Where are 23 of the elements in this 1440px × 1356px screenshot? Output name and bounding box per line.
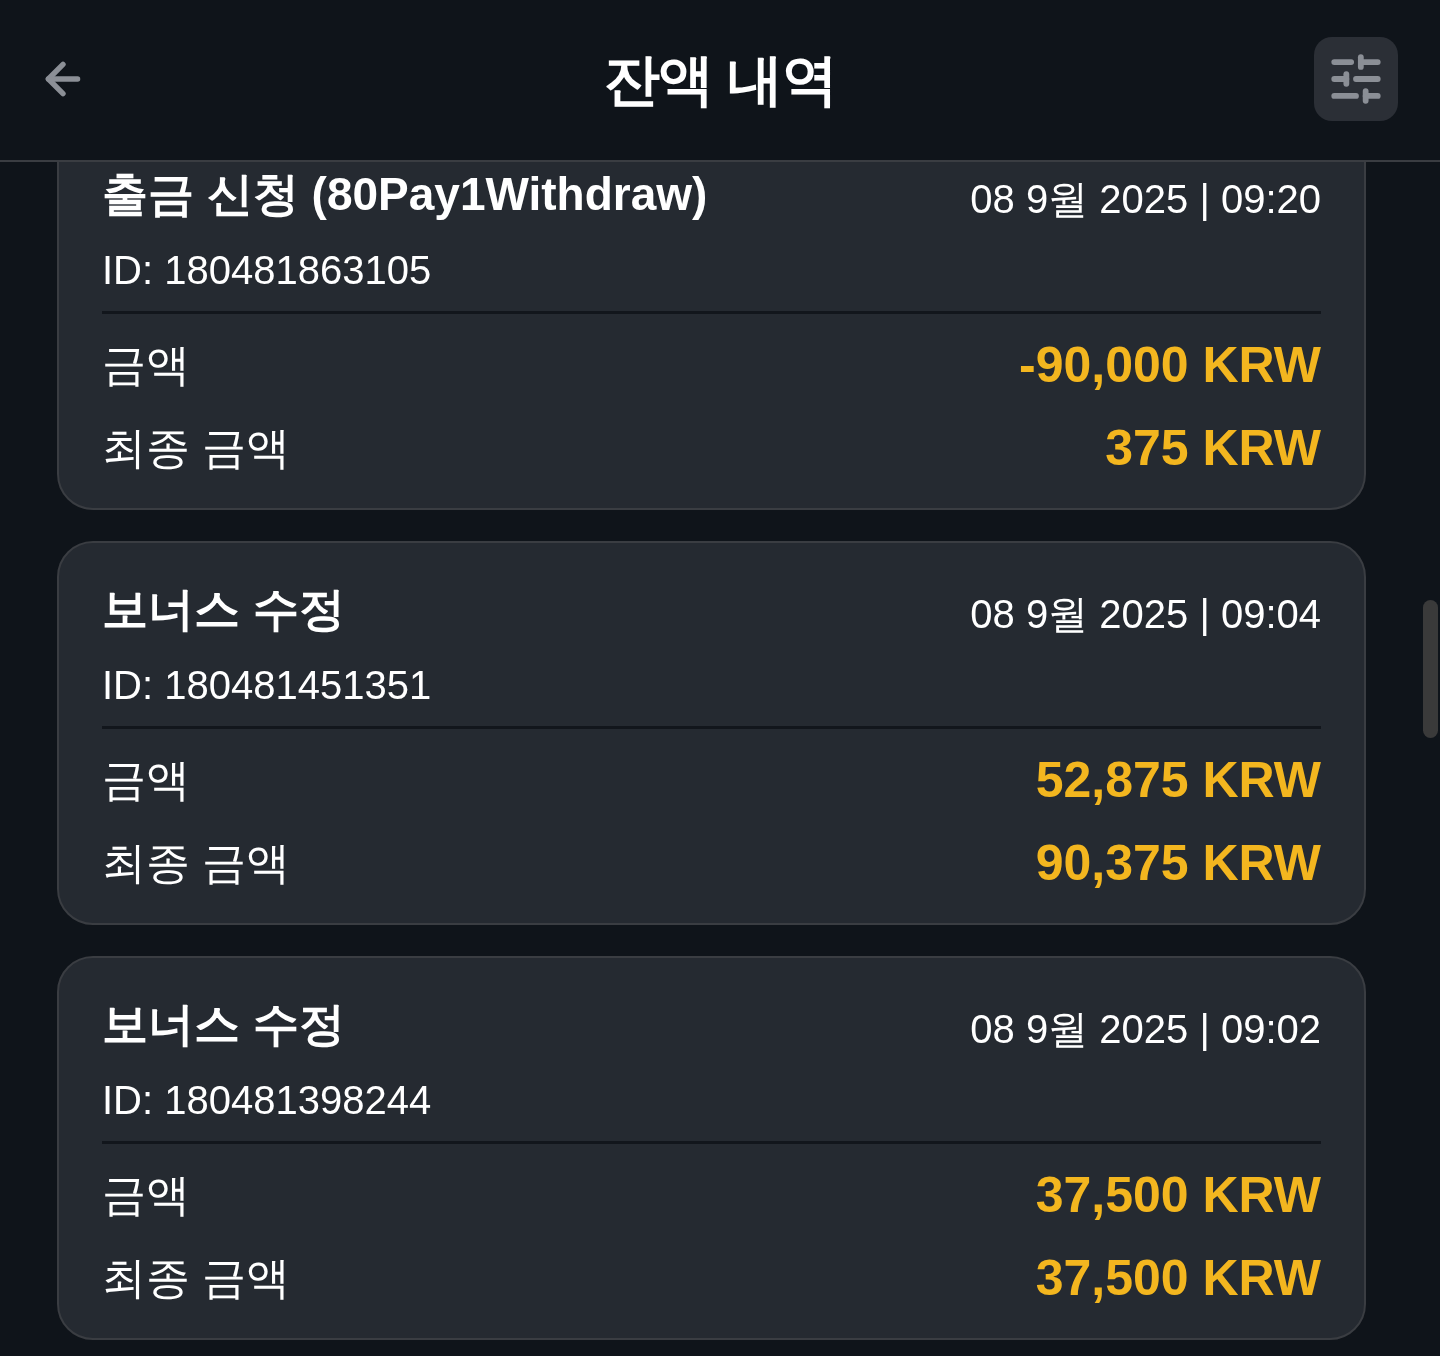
amount-label: 최종 금액 <box>102 1255 291 1300</box>
amount-value: 375 KRW <box>1105 422 1321 473</box>
amount-value: 90,375 KRW <box>1035 837 1321 888</box>
transaction-datetime: 08 9월 2025 | 09:02 <box>970 1009 1321 1049</box>
amount-label: 최종 금액 <box>102 425 291 470</box>
amount-value: -90,000 KRW <box>1019 339 1321 390</box>
amount-label: 금액 <box>102 342 190 387</box>
transaction-id: ID: 180481451351 <box>102 662 432 709</box>
transaction-title: 보너스 수정 <box>102 586 345 632</box>
page-title: 잔액 내역 <box>603 52 837 108</box>
amount-label: 최종 금액 <box>102 840 291 885</box>
transaction-datetime: 08 9월 2025 | 09:04 <box>970 594 1321 634</box>
amount-value: 52,875 KRW <box>1035 754 1321 805</box>
transaction-id: ID: 180481398244 <box>102 1077 432 1124</box>
amount-value: 37,500 KRW <box>1035 1169 1321 1220</box>
amount-label: 금액 <box>102 1172 190 1217</box>
transaction-id: ID: 180481863105 <box>102 247 432 294</box>
transaction-datetime: 08 9월 2025 | 09:20 <box>970 179 1321 219</box>
amount-label: 금액 <box>102 757 190 802</box>
transaction-title: 보너스 수정 <box>102 1001 345 1047</box>
amount-value: 37,500 KRW <box>1035 1252 1321 1303</box>
scrollbar-thumb[interactable] <box>1423 600 1438 738</box>
filter-button[interactable] <box>1314 37 1398 121</box>
